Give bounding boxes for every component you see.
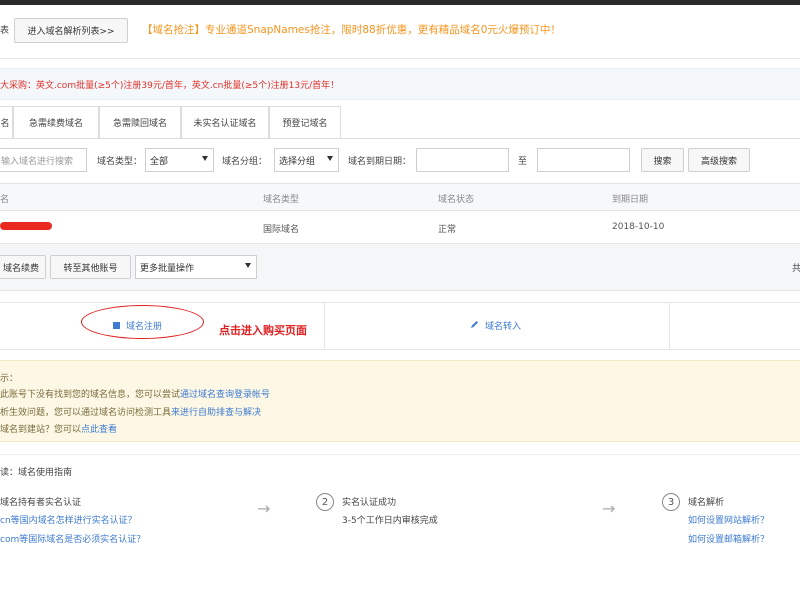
redacted-domain-mark	[0, 222, 52, 230]
th-type: 域名类型	[263, 195, 300, 205]
group-select-value: 选择分组	[279, 156, 316, 167]
enter-domain-list-button[interactable]: 进入域名解析列表>>	[14, 18, 128, 43]
step1-link-2[interactable]: com等国际域名是否必须实名认证？	[0, 532, 145, 545]
th-expire: 到期日期	[612, 195, 649, 205]
step2-title: 实名认证成功	[342, 498, 397, 508]
tab-redeem-needed[interactable]: 急需赎回域名	[99, 106, 181, 138]
table-row[interactable]: 国际域名 正常 2018-10-10	[0, 210, 800, 244]
step-3-circle: 3	[662, 493, 680, 511]
batch-action-bar: 域名续费 转至其他账号 更多批量操作 共	[0, 244, 800, 291]
renew-button[interactable]: 域名续费	[0, 255, 46, 279]
annotation-oval	[81, 305, 204, 339]
tips-title: 示：	[0, 374, 19, 384]
tip-line-1: 此账号下没有找到您的域名信息，您可以尝试通过域名查询登录帐号	[0, 387, 270, 400]
card-divider	[669, 303, 670, 349]
arrow-icon: →	[257, 499, 271, 518]
type-label: 域名类型：	[97, 157, 143, 167]
step1-link-1[interactable]: cn等国内域名怎样进行实名认证？	[0, 513, 137, 526]
snapnames-notice[interactable]: 【域名抢注】专业通道SnapNames抢注，限时88折优惠，更有精品域名0元火爆…	[142, 22, 561, 37]
more-batch-value: 更多批量操作	[140, 263, 195, 274]
step1-title: 域名持有者实名认证	[0, 498, 82, 508]
expire-label: 域名到期日期：	[348, 157, 412, 167]
group-label: 域名分组：	[222, 157, 268, 167]
pencil-icon	[470, 320, 479, 332]
tab-renew-needed[interactable]: 急需续费域名	[13, 106, 99, 138]
tab-all-domains[interactable]: 名	[0, 106, 13, 138]
expire-start-input[interactable]	[416, 148, 509, 172]
guide-title: 读：域名使用指南	[0, 468, 73, 478]
arrow-icon: →	[602, 499, 616, 518]
th-domain: 名	[0, 195, 10, 205]
header-row: 表 进入域名解析列表>> 【域名抢注】专业通道SnapNames抢注，限时88折…	[0, 5, 800, 59]
range-separator: 至	[518, 157, 528, 167]
cell-status: 正常	[438, 225, 457, 235]
type-select-value: 全部	[150, 156, 169, 167]
cell-type: 国际域名	[263, 225, 300, 235]
more-batch-select[interactable]: 更多批量操作	[135, 255, 257, 279]
domain-tabs: 名 急需续费域名 急需赎回域名 未实名认证域名 预登记域名	[0, 106, 800, 139]
chevron-down-icon	[245, 263, 251, 268]
page-bottom-space	[0, 571, 800, 600]
tip-3-link[interactable]: 点此查看	[81, 425, 117, 435]
domain-search-input[interactable]: 输入域名进行搜索	[0, 148, 87, 172]
tips-box: 示： 此账号下没有找到您的域名信息，您可以尝试通过域名查询登录帐号 析生效问题，…	[0, 360, 800, 442]
promo-text[interactable]: 大采购：英文.com批量(≥5个)注册39元/首年，英文.cn批量(≥5个)注册…	[0, 78, 339, 91]
step-2-circle: 2	[316, 493, 334, 511]
domain-group-select[interactable]: 选择分组	[274, 148, 339, 172]
step3-title: 域名解析	[688, 498, 725, 508]
header-cut-label: 表	[0, 26, 10, 36]
domain-type-select[interactable]: 全部	[145, 148, 214, 172]
tip-2-text: 析生效问题，您可以通过域名访问检测工具	[0, 408, 172, 418]
table-header: 名 域名类型 域名状态 到期日期	[0, 183, 800, 211]
tip-1-text: 此账号下没有找到您的域名信息，您可以尝试	[0, 390, 181, 400]
step3-link-1[interactable]: 如何设置网站解析？	[688, 513, 769, 526]
tip-3-text: 域名到建站？您可以	[0, 425, 82, 435]
tip-line-2: 析生效问题，您可以通过域名访问检测工具来进行自助排查与解决	[0, 405, 261, 418]
chevron-down-icon	[327, 156, 333, 161]
promo-bar: 大采购：英文.com批量(≥5个)注册39元/首年，英文.cn批量(≥5个)注册…	[0, 68, 800, 100]
chevron-down-icon	[202, 156, 208, 161]
tip-line-3: 域名到建站？您可以点此查看	[0, 422, 117, 435]
domain-guide: 读：域名使用指南 域名持有者实名认证 cn等国内域名怎样进行实名认证？ com等…	[0, 454, 800, 572]
tip-2-link[interactable]: 来进行自助排查与解决	[171, 408, 261, 418]
transfer-in-label: 域名转入	[485, 322, 522, 332]
search-placeholder: 输入域名进行搜索	[1, 156, 74, 167]
annotation-text: 点击进入购买页面	[219, 324, 307, 337]
cell-expire: 2018-10-10	[612, 222, 665, 232]
total-count-cut: 共	[792, 264, 800, 274]
tab-unverified[interactable]: 未实名认证域名	[181, 106, 269, 138]
th-status: 域名状态	[438, 195, 475, 205]
step2-desc: 3-5个工作日内审核完成	[342, 516, 438, 526]
search-button[interactable]: 搜索	[641, 148, 684, 172]
step3-link-2[interactable]: 如何设置邮箱解析？	[688, 532, 769, 545]
tab-preregistered[interactable]: 预登记域名	[269, 106, 341, 138]
tip-1-link[interactable]: 通过域名查询登录帐号	[180, 390, 270, 400]
advanced-search-button[interactable]: 高级搜索	[688, 148, 750, 172]
expire-end-input[interactable]	[537, 148, 630, 172]
domain-transfer-in-link[interactable]: 域名转入	[470, 319, 521, 332]
card-divider	[324, 303, 325, 349]
transfer-account-button[interactable]: 转至其他账号	[50, 255, 131, 279]
